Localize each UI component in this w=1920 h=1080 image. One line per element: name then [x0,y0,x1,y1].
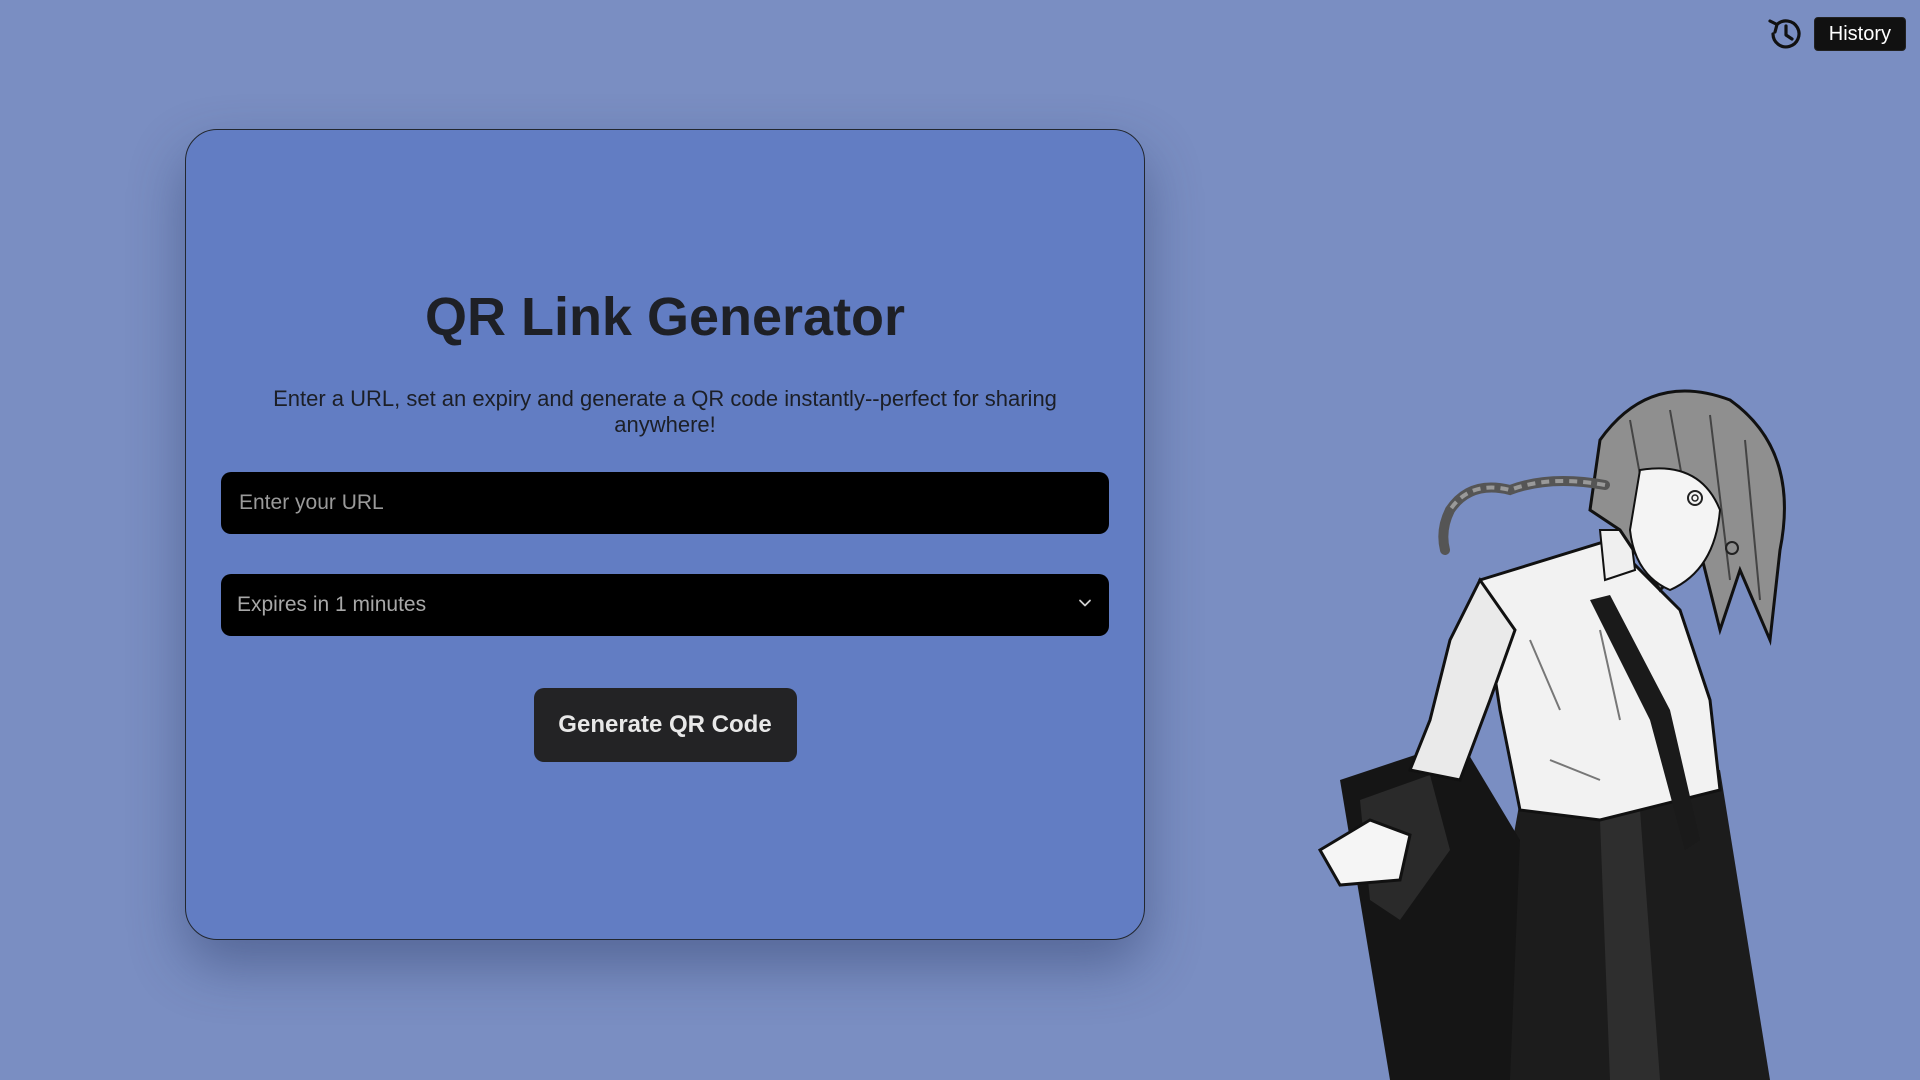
history-button[interactable]: History [1813,17,1906,51]
character-illustration [1300,380,1840,1080]
page-title: QR Link Generator [424,287,906,347]
expiry-select-value: Expires in 1 minutes [237,593,427,616]
history-clock-icon[interactable] [1764,12,1808,56]
expiry-select[interactable]: Expires in 1 minutes [221,574,1109,636]
url-input[interactable] [237,490,1093,516]
generate-qr-button[interactable]: Generate QR Code [533,688,797,762]
qr-generator-card: QR Link Generator Enter a URL, set an ex… [185,129,1145,940]
chevron-down-icon [1077,593,1093,617]
url-field [221,472,1109,534]
history-control: History [1764,12,1906,56]
page-subtitle: Enter a URL, set an expiry and generate … [273,386,1057,437]
